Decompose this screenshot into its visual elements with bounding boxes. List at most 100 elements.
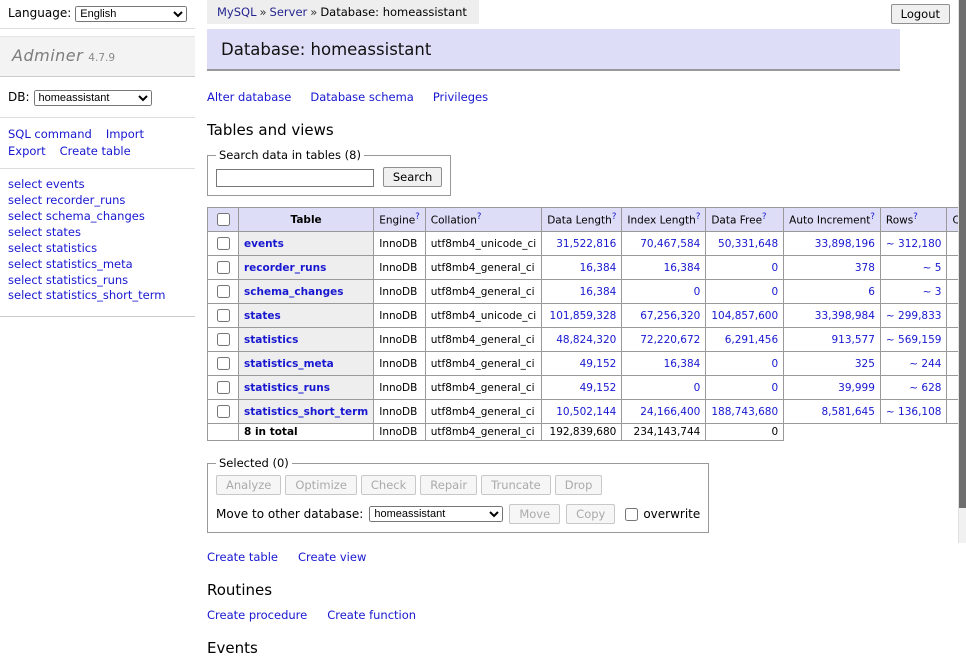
search-input[interactable]: [216, 169, 374, 187]
sidebar-select-link[interactable]: select statistics_meta: [8, 257, 195, 273]
alter-database-link[interactable]: Alter database: [207, 90, 291, 104]
row-checkbox[interactable]: [217, 381, 230, 394]
privileges-link[interactable]: Privileges: [433, 90, 488, 104]
data-free-link[interactable]: 0: [771, 286, 778, 298]
row-checkbox[interactable]: [217, 333, 230, 346]
rows-count-link[interactable]: ~ 628: [909, 382, 941, 394]
sidebar-link-export[interactable]: Export: [8, 144, 46, 158]
overwrite-checkbox[interactable]: [625, 508, 638, 521]
auto-increment-help-link[interactable]: ?: [870, 212, 875, 222]
auto-increment-link[interactable]: 8,581,645: [821, 406, 874, 418]
index-length-link[interactable]: 67,256,320: [640, 310, 700, 322]
table-name-link[interactable]: recorder_runs: [244, 262, 326, 274]
data-length-link[interactable]: 31,522,816: [556, 238, 616, 250]
sidebar-select-link[interactable]: select states: [8, 225, 195, 241]
row-checkbox[interactable]: [217, 237, 230, 250]
rows-count-link[interactable]: ~ 312,180: [886, 238, 942, 250]
sidebar-link-create-table[interactable]: Create table: [60, 144, 131, 158]
sidebar-link-sql-command[interactable]: SQL command: [8, 127, 92, 141]
index-length-link[interactable]: 0: [694, 382, 701, 394]
index-length-link[interactable]: 24,166,400: [640, 406, 700, 418]
row-checkbox[interactable]: [217, 261, 230, 274]
database-schema-link[interactable]: Database schema: [310, 90, 413, 104]
breadcrumb-mysql-link[interactable]: MySQL: [217, 5, 257, 19]
selected-action-button[interactable]: Repair: [420, 475, 477, 495]
index-length-link[interactable]: 70,467,584: [640, 238, 700, 250]
data-length-link[interactable]: 49,152: [580, 382, 617, 394]
data-free-help-link[interactable]: ?: [762, 212, 767, 222]
rows-help-link[interactable]: ?: [913, 212, 918, 222]
rows-count-link[interactable]: ~ 136,108: [886, 406, 942, 418]
data-length-link[interactable]: 10,502,144: [556, 406, 616, 418]
data-free-link[interactable]: 0: [771, 262, 778, 274]
data-free-link[interactable]: 188,743,680: [711, 406, 778, 418]
sidebar-select-link[interactable]: select statistics_short_term: [8, 288, 195, 304]
table-name-link[interactable]: statistics_short_term: [244, 406, 368, 418]
data-length-link[interactable]: 16,384: [580, 286, 617, 298]
sidebar-select-link[interactable]: select recorder_runs: [8, 193, 195, 209]
selected-action-button[interactable]: Check: [361, 475, 416, 495]
data-length-help-link[interactable]: ?: [612, 212, 617, 222]
table-name-link[interactable]: states: [244, 310, 281, 322]
sidebar-select-link[interactable]: select schema_changes: [8, 209, 195, 225]
rows-count-link[interactable]: ~ 244: [909, 358, 941, 370]
create-function-link[interactable]: Create function: [327, 608, 416, 622]
logout-button[interactable]: Logout: [891, 4, 950, 24]
index-length-help-link[interactable]: ?: [696, 212, 701, 222]
copy-button[interactable]: Copy: [566, 504, 615, 524]
index-length-link[interactable]: 0: [694, 286, 701, 298]
index-length-link[interactable]: 16,384: [664, 262, 701, 274]
create-view-link[interactable]: Create view: [298, 550, 366, 564]
move-database-select[interactable]: homeassistant: [369, 506, 503, 522]
sidebar-select-link[interactable]: select statistics_runs: [8, 273, 195, 289]
db-select[interactable]: homeassistant: [34, 90, 152, 106]
row-checkbox[interactable]: [217, 285, 230, 298]
data-length-link[interactable]: 48,824,320: [556, 334, 616, 346]
auto-increment-link[interactable]: 913,577: [832, 334, 875, 346]
auto-increment-link[interactable]: 33,898,196: [815, 238, 875, 250]
select-all-checkbox[interactable]: [217, 213, 230, 226]
selected-action-button[interactable]: Drop: [555, 475, 603, 495]
auto-increment-link[interactable]: 33,398,984: [815, 310, 875, 322]
sidebar-link-import[interactable]: Import: [106, 127, 144, 141]
data-length-link[interactable]: 16,384: [580, 262, 617, 274]
sidebar-select-link[interactable]: select statistics: [8, 241, 195, 257]
auto-increment-link[interactable]: 6: [868, 286, 875, 298]
scrollbar-thumb[interactable]: [959, 0, 966, 508]
create-table-link[interactable]: Create table: [207, 550, 278, 564]
rows-count-link[interactable]: ~ 3: [923, 286, 942, 298]
rows-count-link[interactable]: ~ 5: [923, 262, 942, 274]
data-free-link[interactable]: 50,331,648: [718, 238, 778, 250]
table-name-link[interactable]: schema_changes: [244, 286, 344, 298]
engine-help-link[interactable]: ?: [415, 212, 420, 222]
sidebar-select-link[interactable]: select events: [8, 177, 195, 193]
vertical-scrollbar[interactable]: [958, 0, 966, 543]
data-length-link[interactable]: 101,859,328: [550, 310, 617, 322]
row-checkbox[interactable]: [217, 309, 230, 322]
create-procedure-link[interactable]: Create procedure: [207, 608, 307, 622]
rows-count-link[interactable]: ~ 299,833: [886, 310, 942, 322]
selected-action-button[interactable]: Analyze: [216, 475, 281, 495]
table-name-link[interactable]: statistics_meta: [244, 358, 334, 370]
data-free-link[interactable]: 104,857,600: [711, 310, 778, 322]
table-name-link[interactable]: statistics_runs: [244, 382, 330, 394]
selected-action-button[interactable]: Truncate: [481, 475, 551, 495]
index-length-link[interactable]: 72,220,672: [640, 334, 700, 346]
breadcrumb-server-link[interactable]: Server: [270, 5, 308, 19]
table-name-link[interactable]: statistics: [244, 334, 298, 346]
search-button[interactable]: Search: [383, 167, 443, 187]
table-name-link[interactable]: events: [244, 238, 284, 250]
row-checkbox[interactable]: [217, 357, 230, 370]
index-length-link[interactable]: 16,384: [664, 358, 701, 370]
auto-increment-link[interactable]: 378: [855, 262, 875, 274]
row-checkbox[interactable]: [217, 405, 230, 418]
collation-help-link[interactable]: ?: [477, 212, 482, 222]
data-length-link[interactable]: 49,152: [580, 358, 617, 370]
selected-action-button[interactable]: Optimize: [285, 475, 357, 495]
data-free-link[interactable]: 6,291,456: [725, 334, 778, 346]
language-select[interactable]: English: [75, 6, 187, 22]
auto-increment-link[interactable]: 39,999: [838, 382, 875, 394]
rows-count-link[interactable]: ~ 569,159: [886, 334, 942, 346]
auto-increment-link[interactable]: 325: [855, 358, 875, 370]
data-free-link[interactable]: 0: [771, 358, 778, 370]
